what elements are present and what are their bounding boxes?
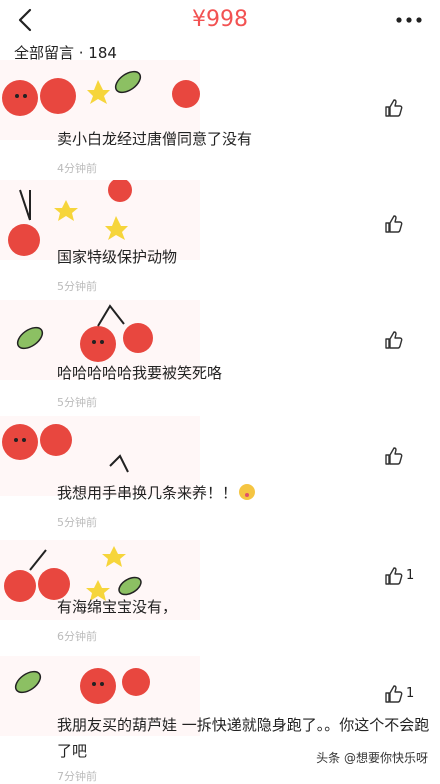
like-button[interactable]	[384, 446, 424, 468]
thumbs-up-icon	[385, 331, 403, 349]
top-bar: ¥998	[0, 0, 440, 40]
comment-time: 5分钟前	[57, 516, 97, 529]
comment-text: 国家特级保护动物	[57, 248, 178, 266]
thumbs-up-icon	[385, 99, 403, 117]
comment-time: 5分钟前	[57, 396, 97, 409]
like-count: 1	[406, 568, 415, 583]
comment-text: 我想用手串换几条来养！！	[57, 480, 437, 506]
like-button[interactable]	[384, 214, 424, 236]
comment-time: 5分钟前	[57, 280, 97, 293]
like-count: 1	[406, 686, 415, 701]
comment-text: 有海绵宝宝没有，	[57, 598, 178, 616]
comment-item: 哈哈哈哈哈我要被笑死咯 5分钟前	[0, 300, 440, 412]
comment-time: 7分钟前	[57, 770, 97, 783]
comment-text: 卖小白龙经过唐僧同意了没有	[57, 130, 253, 148]
thumbs-up-icon	[385, 215, 403, 233]
thumbs-up-icon	[385, 685, 403, 703]
thumbs-up-icon	[385, 447, 403, 465]
grin-emoji-icon	[239, 484, 256, 500]
comment-item: 卖小白龙经过唐僧同意了没有 4分钟前	[0, 60, 440, 178]
comment-item: 有海绵宝宝没有， 6分钟前 1	[0, 540, 440, 658]
thumbs-up-icon	[385, 567, 403, 585]
like-button[interactable]	[384, 330, 424, 352]
comment-text-content: 我想用手串换几条来养！！	[57, 484, 238, 502]
comment-item: 我想用手串换几条来养！！ 5分钟前	[0, 416, 440, 536]
comment-item: 国家特级保护动物 5分钟前	[0, 180, 440, 298]
like-button[interactable]: 1	[384, 684, 424, 706]
more-dots-icon[interactable]	[394, 12, 424, 28]
comment-time: 6分钟前	[57, 630, 97, 643]
comment-text: 哈哈哈哈哈我要被笑死咯	[57, 364, 223, 382]
like-button[interactable]	[384, 98, 424, 120]
comment-time: 4分钟前	[57, 162, 97, 175]
like-button[interactable]: 1	[384, 566, 424, 588]
price-title: ¥998	[192, 7, 248, 32]
watermark: 头条 @想要你快乐呀	[312, 747, 432, 768]
